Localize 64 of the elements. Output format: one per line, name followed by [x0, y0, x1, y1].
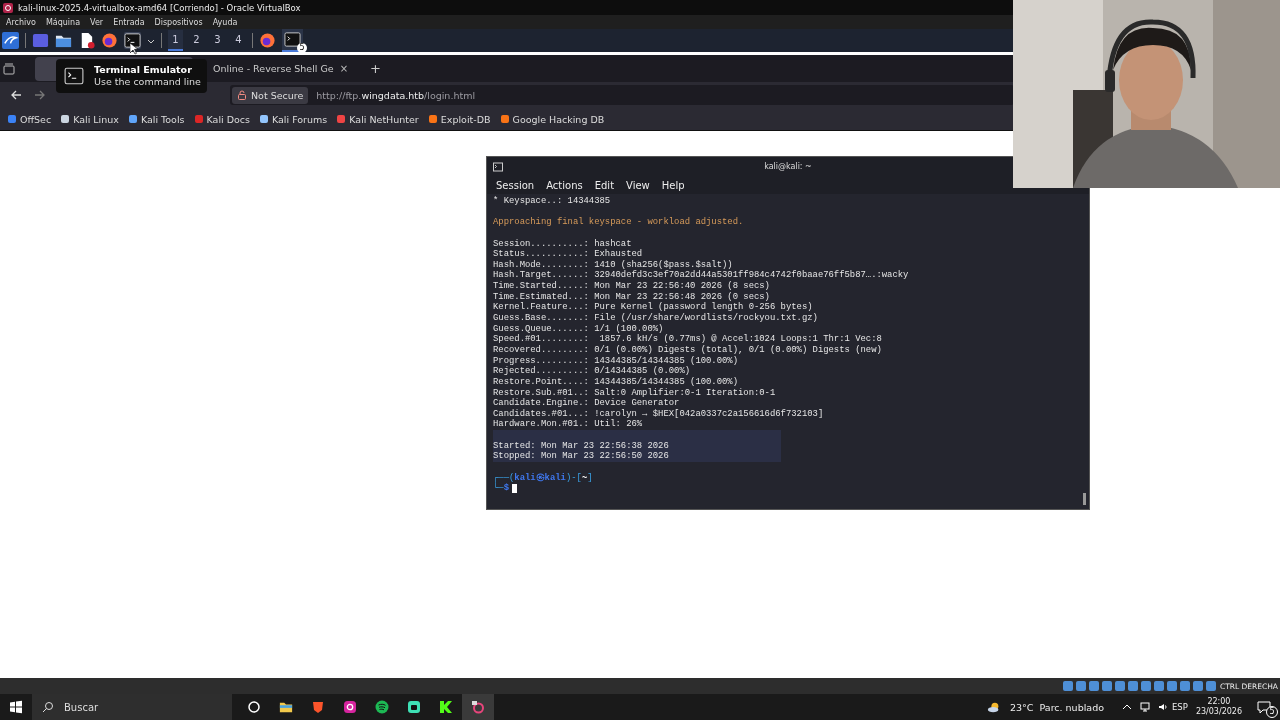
terminal-line: Time.Started.....: Mon Mar 23 22:56:40 2026 (8 secs)	[493, 281, 770, 292]
terminal-line: Restore.Sub.#01..: Salt:0 Amplifier:0-1 Iteration:0-1	[493, 387, 776, 398]
workspace-tab[interactable]: 4	[231, 30, 246, 51]
bookmark-link[interactable]: Google Hacking DB	[500, 113, 605, 125]
terminal-line: * Keyspace..: 14344385	[493, 196, 611, 207]
terminal-line: Started: Mon Mar 23 22:56:38 2026	[493, 440, 669, 451]
new-tab-button[interactable]: +	[370, 61, 381, 76]
bookmark-link[interactable]: Exploit-DB	[428, 113, 491, 125]
bookmark-link[interactable]: Kali Linux	[61, 113, 119, 125]
clock[interactable]: 22:00 23/03/2026	[1195, 697, 1242, 717]
security-indicator[interactable]: Not Secure	[232, 86, 309, 104]
search-field[interactable]: Buscar	[32, 694, 232, 720]
menu-item[interactable]: Ayuda	[212, 17, 238, 27]
bookmark-link[interactable]: Kali NetHunter	[337, 113, 419, 125]
window-count-badge: 5	[297, 43, 307, 53]
terminal-line: Hardware.Mon.#01.: Util: 26%	[493, 419, 643, 431]
menu-item[interactable]: Edit	[594, 179, 615, 191]
address-bar[interactable]: Not Secure http://ftp.wingdata.htb/login.html	[230, 85, 1014, 105]
notification-count: 5	[1266, 706, 1278, 718]
prompt-line: ┌──(kali㉿kali)-[~]	[493, 472, 593, 484]
menu-item[interactable]: Help	[661, 179, 685, 191]
menu-item[interactable]: Actions	[546, 179, 583, 191]
terminal-line: Status...........: Exhausted	[493, 249, 643, 260]
menu-item[interactable]: Session	[496, 179, 535, 191]
browser-tab[interactable]: Online - Reverse Shell Ge ×	[209, 56, 353, 81]
terminal-line: Progress.........: 14344385/14344385 (100.00%)	[493, 355, 738, 366]
terminal-line: Rejected.........: 0/14344385 (0.00%)	[493, 366, 691, 377]
terminal-line: Candidates.#01...: !carolyn → $HEX[042a0337c2a156616d6f732103]	[493, 408, 824, 419]
terminal-line: Guess.Base.......: File (/usr/share/wordlists/rockyou.txt.gz)	[493, 313, 818, 324]
terminal-line: Hash.Target......: 32940defd3c3ef70a2dd44a5301ff984c4742f0baae76ff5b87….:wacky	[493, 270, 909, 281]
terminal-line: Session..........: hashcat	[493, 238, 632, 249]
terminal-line: Kernel.Feature...: Pure Kernel (password length 0-256 bytes)	[493, 302, 813, 313]
terminal-line: Stopped: Mon Mar 23 22:56:50 2026	[493, 451, 669, 463]
menu-item[interactable]: Máquina	[45, 17, 81, 27]
tab-title: Online - Reverse Shell Ge	[213, 63, 334, 74]
terminal-line: Restore.Point....: 14344385/14344385 (100.00%)	[493, 376, 738, 388]
bookmark-link[interactable]: Kali Forums	[260, 113, 328, 125]
tooltip-text: Use the command line	[94, 76, 201, 88]
close-icon[interactable]: ×	[339, 63, 349, 74]
bookmark-link[interactable]: OffSec	[8, 113, 52, 125]
url-text: http://ftp.wingdata.htb/login.html	[316, 89, 476, 101]
workspace-tab[interactable]: 1	[168, 30, 183, 51]
menu-item[interactable]: Archivo	[6, 17, 36, 27]
terminal-line: Speed.#01........: 1857.6 kH/s (0.77ms) @ Accel:1024 Loops:1 Thr:1 Vec:8	[493, 334, 882, 345]
menu-item[interactable]: Dispositivos	[154, 17, 203, 27]
menu-item[interactable]: Entrada	[113, 17, 145, 27]
window-title: kali-linux-2025.4-virtualbox-amd64 [Corriendo] - Oracle VirtualBox	[18, 2, 301, 13]
terminal-line: Candidate.Engine.: Device Generator	[493, 398, 680, 409]
terminal-line: Hash.Mode........: 1410 (sha256($pass.$salt))	[493, 259, 733, 270]
terminal-line: Recovered........: 0/1 (0.00%) Digests (total), 0/1 (0.00%) Digests (new)	[493, 344, 882, 356]
terminal-title: kali@kali: ~	[764, 162, 812, 171]
terminal-line: Time.Estimated...: Mon Mar 23 22:56:48 2026 (0 secs)	[493, 291, 770, 302]
terminal-line: Guess.Queue......: 1/1 (100.00%)	[493, 323, 664, 334]
workspace-tab[interactable]: 3	[210, 30, 225, 51]
menu-item[interactable]: View	[626, 179, 650, 191]
menu-item[interactable]: Ver	[90, 17, 104, 27]
tooltip-title: Terminal Emulator	[94, 64, 193, 76]
language-indicator[interactable]: ESP	[1172, 702, 1188, 712]
weather-text[interactable]: 23°C Parc. nublado	[1010, 701, 1104, 713]
bookmark-link[interactable]: Kali Tools	[128, 113, 185, 125]
terminal-line: Approaching final keyspace - workload adjusted.	[493, 217, 744, 228]
workspace-tab[interactable]: 2	[189, 30, 204, 51]
bookmark-link[interactable]: Kali Docs	[194, 113, 250, 125]
prompt-symbol: └─$	[493, 483, 509, 494]
